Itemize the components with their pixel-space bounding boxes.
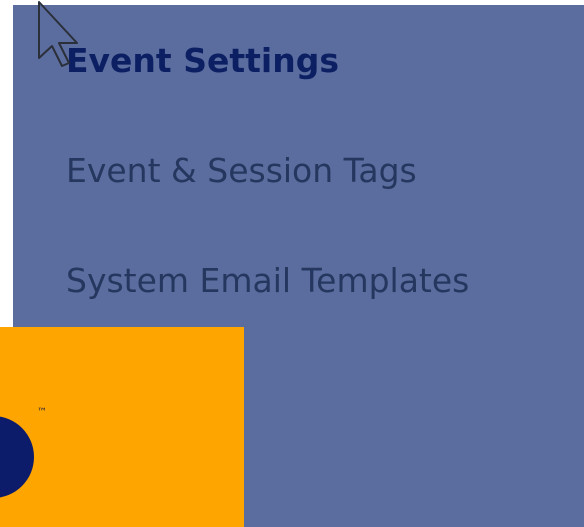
- screen: Event Settings Event & Session Tags Syst…: [0, 0, 584, 527]
- menu-item-event-session-tags[interactable]: Event & Session Tags: [66, 151, 417, 191]
- trademark-mark: ™: [37, 407, 47, 418]
- menu-item-system-email-templates[interactable]: System Email Templates: [66, 261, 469, 301]
- logo-circle-icon: [0, 416, 34, 498]
- promo-overlay: ™: [0, 327, 244, 527]
- menu-item-event-settings[interactable]: Event Settings: [66, 41, 339, 81]
